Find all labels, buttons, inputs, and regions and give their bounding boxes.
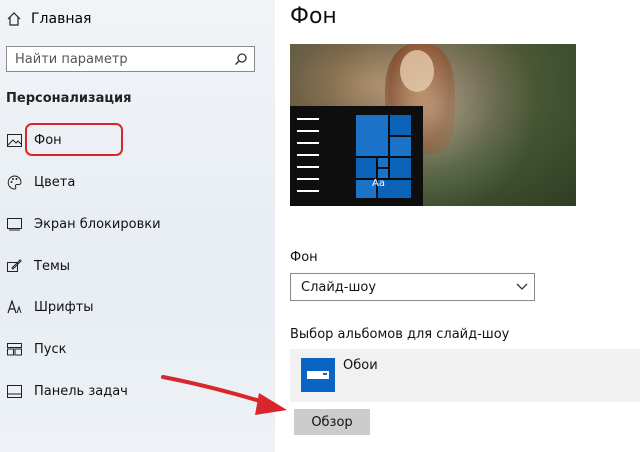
- taskbar-icon: [6, 383, 22, 399]
- palette-icon: [6, 174, 22, 190]
- start-icon: [6, 341, 22, 357]
- picture-icon: [6, 132, 22, 148]
- sidebar-item-fonts[interactable]: Шрифты: [6, 296, 94, 318]
- search-icon[interactable]: [231, 49, 251, 69]
- albums-label: Выбор альбомов для слайд-шоу: [290, 327, 510, 342]
- sidebar-item-lock-screen[interactable]: Экран блокировки: [6, 213, 161, 235]
- lock-screen-icon: [6, 216, 22, 232]
- background-type-select[interactable]: Слайд-шоу: [290, 273, 535, 301]
- search-input[interactable]: [7, 50, 231, 68]
- preview-start-menu: Aa: [290, 106, 423, 206]
- sidebar-item-start[interactable]: Пуск: [6, 338, 66, 360]
- sidebar-item-themes[interactable]: Темы: [6, 255, 70, 277]
- home-icon: [6, 11, 22, 27]
- home-label: Главная: [31, 11, 92, 27]
- browse-button[interactable]: Обзор: [294, 409, 370, 435]
- search-box[interactable]: [6, 46, 255, 72]
- annotation-arrow-icon: [161, 375, 287, 415]
- sidebar-item-label: Шрифты: [34, 299, 94, 315]
- chevron-down-icon: [510, 279, 534, 295]
- sidebar-item-label: Цвета: [34, 174, 76, 190]
- sidebar-item-label: Пуск: [34, 341, 67, 357]
- folder-icon: [301, 358, 335, 392]
- fonts-icon: [6, 299, 22, 315]
- preview-tile-label: Aa: [372, 178, 385, 189]
- section-title: Персонализация: [6, 91, 132, 106]
- background-label: Фон: [290, 250, 318, 265]
- themes-icon: [6, 258, 22, 274]
- sidebar-item-taskbar[interactable]: Панель задач: [6, 380, 128, 402]
- album-name: Обои: [343, 358, 378, 373]
- sidebar-item-label: Темы: [34, 258, 71, 274]
- sidebar-item-label: Панель задач: [34, 383, 128, 399]
- album-item[interactable]: Обои: [290, 349, 640, 402]
- background-preview: Aa: [290, 44, 576, 206]
- background-type-value: Слайд-шоу: [301, 279, 377, 295]
- home-nav[interactable]: Главная: [6, 8, 91, 30]
- page-title: Фон: [290, 4, 337, 29]
- highlight-box: [25, 123, 123, 156]
- sidebar-item-label: Экран блокировки: [34, 216, 161, 232]
- sidebar-item-colors[interactable]: Цвета: [6, 171, 75, 193]
